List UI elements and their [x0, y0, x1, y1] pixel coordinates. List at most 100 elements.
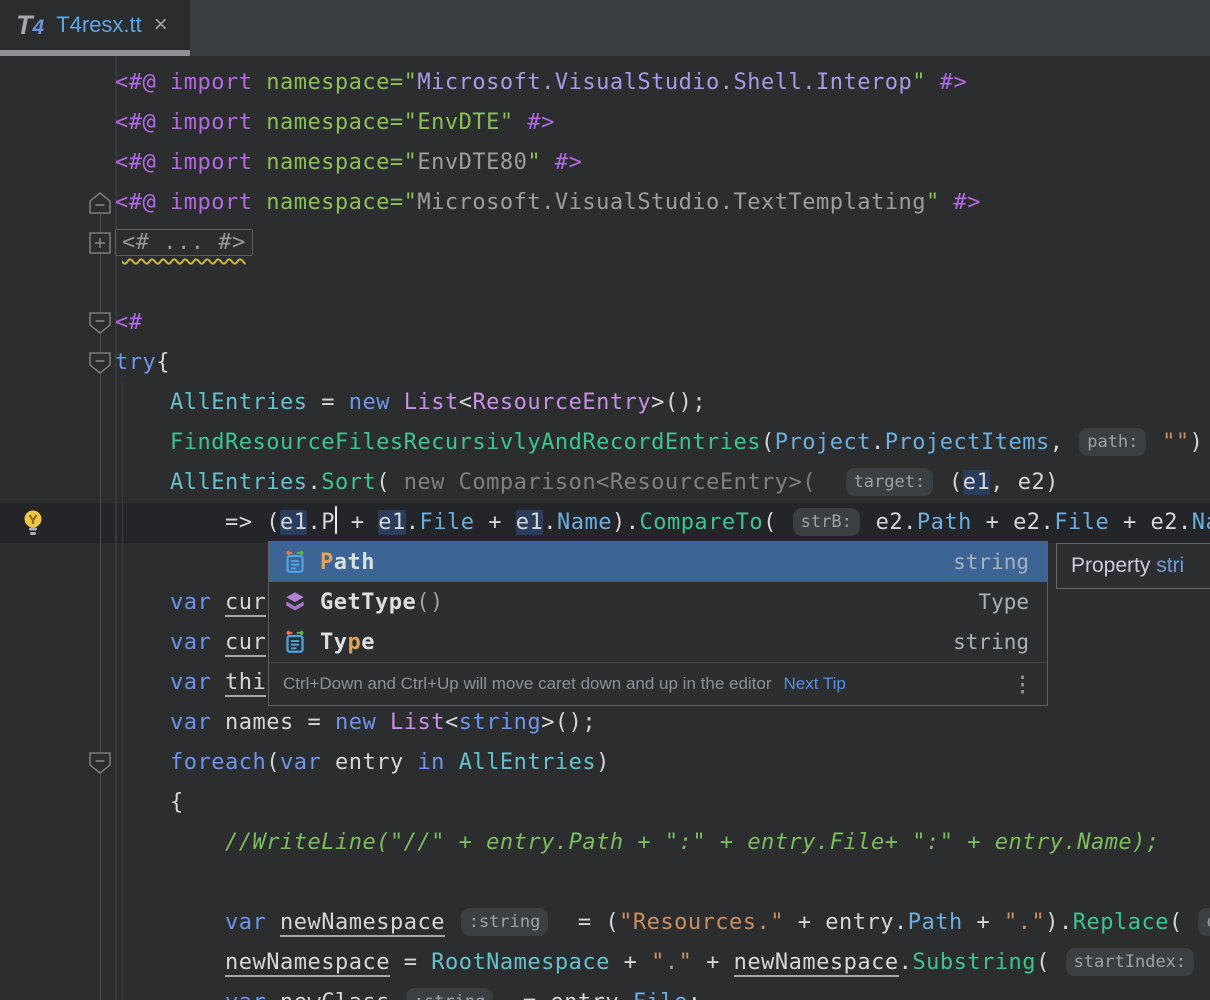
code-segment: (	[1036, 950, 1064, 975]
completion-item[interactable]: GetType()Type	[269, 582, 1047, 622]
code-segment	[266, 910, 280, 935]
code-segment: //WriteLine("//" + entry.Path + ":" + en…	[225, 830, 1160, 855]
code-line[interactable]: var newNamespace :string = ("Resources."…	[225, 903, 1210, 943]
code-line[interactable]: <#@ import namespace="EnvDTE" #>	[115, 103, 555, 143]
code-segment: {	[170, 790, 184, 815]
code-segment: #>	[541, 150, 582, 175]
fold-line-segment	[100, 774, 101, 1000]
parameter-hint-chip: path:	[1079, 428, 1146, 456]
folded-region-chip[interactable]: <# ... #>	[115, 229, 253, 256]
tab-close-icon[interactable]: ×	[154, 13, 168, 37]
code-segment: => (	[225, 510, 280, 535]
code-segment: List	[404, 390, 459, 415]
code-line[interactable]: var names = new List<string>();	[170, 703, 596, 743]
code-segment: AllEntries	[170, 390, 307, 415]
code-segment: + e2.	[972, 510, 1054, 535]
completion-item[interactable]: Pathstring	[269, 542, 1047, 582]
code-segment: (	[761, 430, 775, 455]
code-segment: )	[1190, 430, 1204, 455]
code-line[interactable]: var thi	[170, 663, 266, 703]
code-segment: var	[170, 670, 211, 695]
code-line[interactable]: <#@ import namespace="Microsoft.VisualSt…	[115, 63, 967, 103]
code-line[interactable]: FindResourceFilesRecursivlyAndRecordEntr…	[170, 423, 1203, 463]
code-segment: "."	[651, 950, 692, 975]
code-segment: Name	[557, 510, 612, 535]
completion-item[interactable]: Typestring	[269, 622, 1047, 662]
code-line[interactable]: AllEntries = new List<ResourceEntry>();	[170, 383, 706, 423]
code-segment: .	[406, 510, 420, 535]
code-segment: e2.	[862, 510, 917, 535]
code-line[interactable]: var cur	[170, 583, 266, 623]
code-segment: ,	[1050, 430, 1078, 455]
completion-item-type: string	[953, 550, 1029, 574]
code-segment: newNamespace	[225, 950, 390, 977]
code-segment: var	[280, 750, 321, 775]
code-line[interactable]: AllEntries.Sort( new Comparison<Resource…	[170, 463, 1059, 503]
code-line[interactable]: foreach(var entry in AllEntries)	[170, 743, 610, 783]
code-segment: Path	[917, 510, 972, 535]
more-options-icon[interactable]: ⋮	[1012, 672, 1033, 697]
code-segment: {	[156, 350, 170, 375]
code-segment: namespace="	[266, 190, 417, 215]
code-line[interactable]: {	[170, 783, 184, 823]
code-segment: File	[1054, 510, 1109, 535]
code-segment: = entry.	[495, 990, 632, 1000]
code-segment: ;	[688, 990, 702, 1000]
property-icon	[283, 550, 307, 574]
fold-line-segment	[100, 334, 101, 352]
intention-lightbulb-icon[interactable]	[20, 509, 46, 540]
code-segment: Na	[1192, 510, 1210, 535]
code-segment	[376, 710, 390, 735]
code-line[interactable]: try{	[115, 343, 170, 383]
editor-tab-bar: T4 T4resx.tt ×	[0, 0, 1210, 56]
code-segment: Substring	[912, 950, 1036, 975]
code-line[interactable]: <#@ import namespace="EnvDTE80" #>	[115, 143, 582, 183]
code-line[interactable]: var cur	[170, 623, 266, 663]
code-segment: #>	[514, 110, 555, 135]
code-segment: ).	[1045, 910, 1073, 935]
code-line[interactable]: var newClass :string = entry.File;	[225, 983, 702, 1000]
next-tip-link[interactable]: Next Tip	[784, 674, 846, 694]
code-segment: namespace="	[266, 70, 417, 95]
code-segment: namespace="	[266, 150, 417, 175]
code-segment: = (	[550, 910, 619, 935]
code-line[interactable]: => (e1.P + e1.File + e1.Name).CompareTo(…	[225, 503, 1210, 543]
code-segment: File	[633, 990, 688, 1000]
code-segment: in	[417, 750, 445, 775]
code-segment	[211, 590, 225, 615]
code-segment: Microsoft.VisualStudio.Shell.Interop	[417, 70, 912, 95]
fold-collapsed-marker[interactable]	[89, 232, 111, 254]
code-segment: AllEntries	[459, 750, 596, 775]
code-line[interactable]: //WriteLine("//" + entry.Path + ":" + en…	[225, 823, 1160, 863]
code-segment: "	[527, 150, 541, 175]
code-segment	[390, 390, 404, 415]
code-segment: List	[390, 710, 445, 735]
code-segment: names =	[211, 710, 335, 735]
tab-bar-empty-space	[190, 0, 1210, 56]
code-segment: >();	[541, 710, 596, 735]
code-segment: newNamespace	[280, 910, 445, 937]
code-segment: thi	[225, 670, 266, 697]
code-segment: var	[170, 630, 211, 655]
code-segment: EnvDTE80	[417, 150, 527, 175]
fold-open-top-marker[interactable]	[89, 192, 111, 214]
fold-line-segment	[100, 374, 101, 752]
ide-window: <#@ import namespace="Microsoft.VisualSt…	[0, 0, 1210, 1000]
code-line[interactable]: <# ... #>	[115, 223, 253, 263]
tab-t4resx[interactable]: T4 T4resx.tt ×	[0, 0, 190, 50]
code-line[interactable]: <#	[115, 303, 143, 343]
method-icon	[283, 590, 307, 614]
code-line[interactable]: <#@ import namespace="Microsoft.VisualSt…	[115, 183, 981, 223]
completion-popup-footer: Ctrl+Down and Ctrl+Up will move caret do…	[269, 662, 1047, 705]
tab-title: T4resx.tt	[56, 12, 142, 38]
parameter-hint-chip: strB:	[793, 508, 860, 536]
code-segment: <#@ import	[115, 150, 266, 175]
property-icon	[283, 630, 307, 654]
fold-open-marker[interactable]	[89, 752, 111, 774]
fold-open-marker[interactable]	[89, 312, 111, 334]
code-segment	[211, 670, 225, 695]
code-line[interactable]: newNamespace = RootNamespace + "." + new…	[225, 943, 1196, 983]
code-segment: var	[225, 910, 266, 935]
code-segment: var	[170, 590, 211, 615]
fold-open-marker[interactable]	[89, 352, 111, 374]
